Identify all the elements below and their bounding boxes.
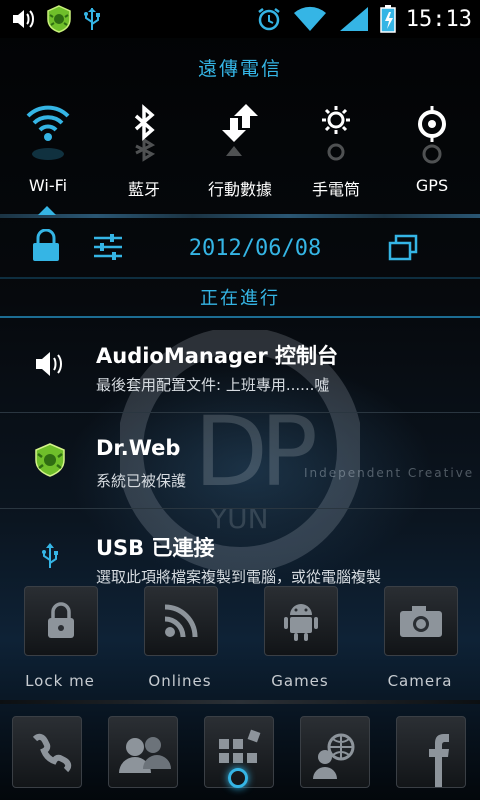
lock-screen-icon[interactable]	[30, 229, 62, 263]
drweb-shield-icon	[35, 443, 65, 477]
camera-icon	[400, 606, 442, 637]
phone-icon	[32, 733, 72, 773]
notification-text: 選取此項將檔案複製到電腦，或從電腦複製	[96, 568, 382, 586]
dock-label: Onlines	[148, 672, 212, 690]
toggle-gps[interactable]: GPS	[384, 102, 480, 212]
panel-close-handle[interactable]	[228, 768, 248, 788]
lock-me-shortcut[interactable]	[24, 586, 98, 656]
toggle-label: GPS	[415, 176, 449, 195]
flashlight-icon	[322, 106, 350, 161]
dock-separator	[0, 700, 480, 704]
games-shortcut[interactable]	[264, 586, 338, 656]
toggle-label: Wi-Fi	[28, 176, 68, 195]
toggle-divider	[0, 214, 480, 218]
mobile-data-icon	[222, 104, 258, 156]
drweb-shield-icon	[47, 5, 71, 33]
toggle-label: 行動數據	[207, 180, 272, 199]
divider	[0, 508, 480, 509]
divider	[0, 412, 480, 413]
contacts-icon	[119, 737, 171, 773]
camera-shortcut[interactable]	[384, 586, 458, 656]
notification-text: 最後套用配置文件: 上班專用......噓	[96, 376, 330, 394]
notification-audiomanager[interactable]: AudioManager 控制台 最後套用配置文件: 上班專用......噓	[0, 322, 480, 412]
toggle-wifi[interactable]: Wi-Fi	[0, 102, 96, 212]
divider	[0, 277, 480, 279]
usb-icon	[42, 543, 58, 568]
bluetooth-icon	[134, 104, 156, 162]
phone-button[interactable]	[12, 716, 82, 788]
lock-icon	[48, 602, 74, 638]
contacts-button[interactable]	[108, 716, 178, 788]
notification-title: Dr.Web	[96, 436, 181, 460]
active-toggle-marker	[38, 206, 56, 215]
facebook-button[interactable]	[396, 716, 466, 788]
toggle-flashlight[interactable]: 手電筒	[288, 102, 384, 212]
quick-toggles: Wi-Fi 藍牙 行動數據 手電筒 GPS	[0, 102, 480, 212]
volume-icon	[36, 352, 62, 376]
notification-text: 系統已被保護	[96, 472, 187, 490]
dock-label: Games	[271, 672, 329, 690]
toggle-bluetooth[interactable]: 藍牙	[96, 102, 192, 212]
alarm-icon	[258, 8, 280, 31]
rss-icon	[164, 604, 198, 638]
battery-charging-icon	[380, 5, 396, 33]
onlines-shortcut[interactable]	[144, 586, 218, 656]
date-display: 2012/06/08	[188, 236, 322, 261]
settings-sliders-icon[interactable]	[92, 232, 124, 262]
android-icon	[284, 604, 318, 641]
dock-label: Lock me	[25, 672, 95, 690]
usb-icon	[84, 8, 100, 30]
volume-icon	[13, 10, 34, 28]
gps-icon	[418, 106, 446, 164]
toggle-label: 手電筒	[311, 180, 360, 199]
toggle-mobile-data[interactable]: 行動數據	[192, 102, 288, 212]
dock-label: Camera	[387, 672, 453, 690]
cell-signal-icon	[339, 7, 368, 31]
browser-button[interactable]	[300, 716, 370, 788]
recent-apps-icon[interactable]	[388, 234, 418, 262]
clock: 15:13	[405, 6, 472, 32]
notification-title: AudioManager 控制台	[96, 344, 338, 368]
divider	[0, 316, 480, 318]
notification-title: USB 已連接	[96, 536, 215, 560]
browser-icon	[313, 733, 355, 779]
status-bar: 15:13	[0, 0, 480, 38]
toggle-label: 藍牙	[127, 180, 160, 199]
notification-drweb[interactable]: Dr.Web 系統已被保護	[0, 418, 480, 508]
ongoing-header: 正在進行	[200, 288, 280, 309]
wifi-icon	[26, 105, 70, 160]
facebook-icon	[429, 734, 449, 787]
wifi-signal-icon	[293, 6, 326, 32]
carrier-name: 遠傳電信	[197, 58, 282, 80]
